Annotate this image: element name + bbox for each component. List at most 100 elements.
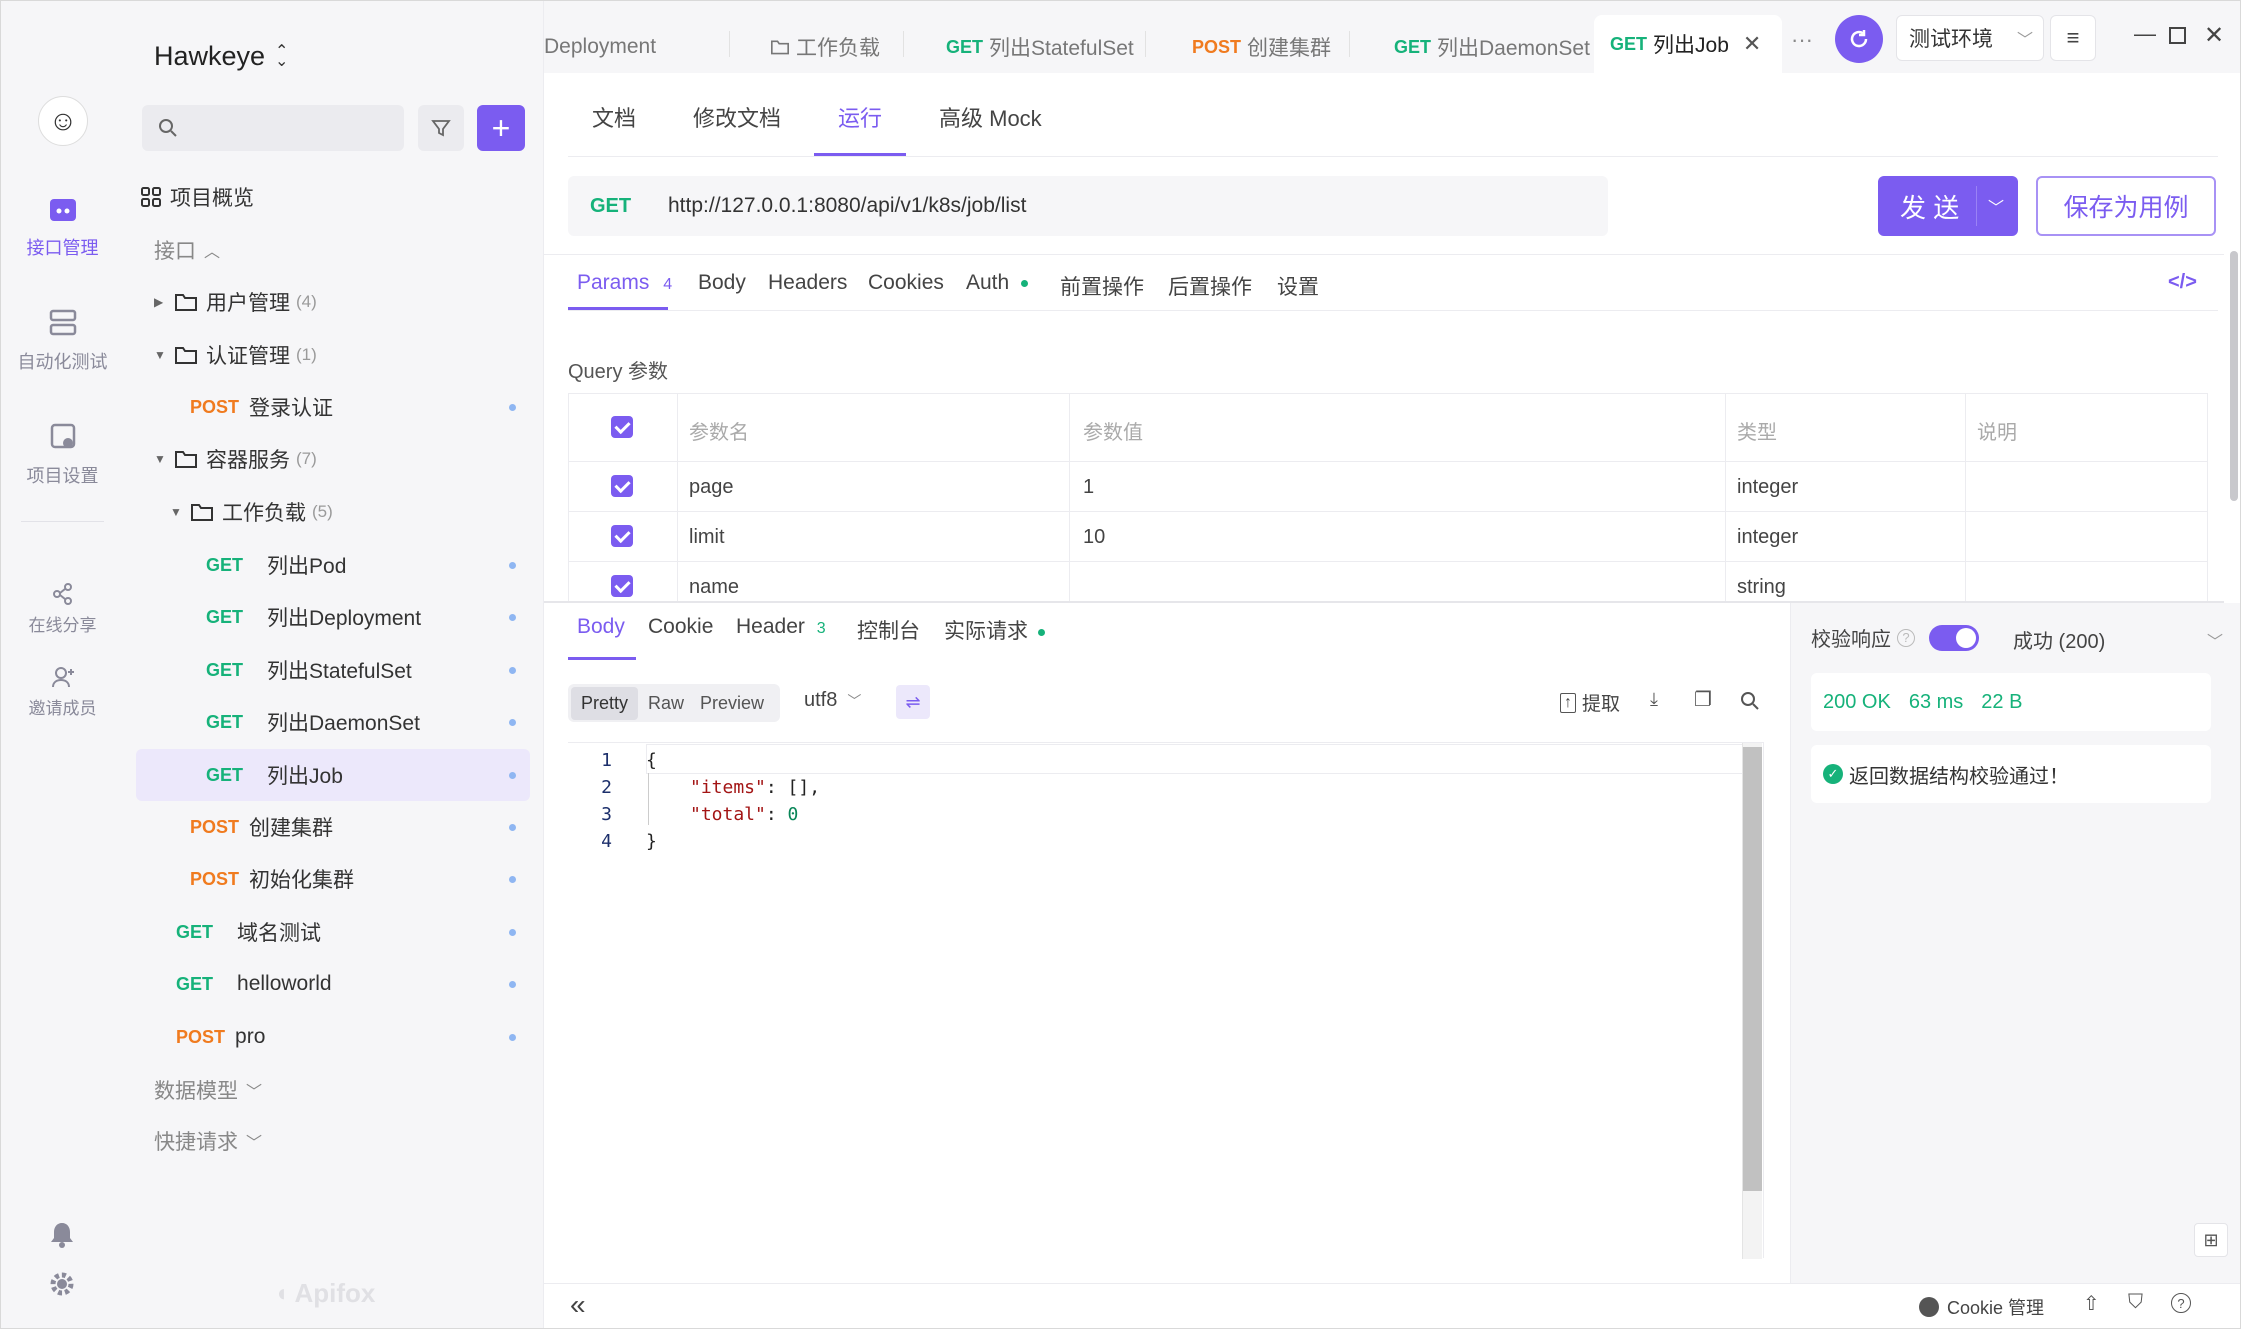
param-name[interactable]: name — [689, 576, 739, 599]
close-icon[interactable]: ✕ — [1743, 31, 1761, 57]
save-as-case-button[interactable]: 保存为用例 — [2036, 176, 2216, 236]
chevron-down-icon[interactable]: ﹀ — [1988, 194, 2004, 218]
rail-item-project-settings[interactable]: 项目设置 — [1, 422, 124, 488]
ptab-settings[interactable]: 设置 — [1277, 271, 1319, 301]
right-scrollbar[interactable] — [2230, 251, 2238, 501]
section-quick-requests[interactable]: 快捷请求 ﹀ — [154, 1116, 546, 1166]
status-select[interactable]: 成功 (200) ﹀ — [2013, 625, 2223, 654]
rtab-header[interactable]: Header 3 — [736, 615, 826, 639]
rtab-console[interactable]: 控制台 — [857, 615, 920, 645]
shirt-icon[interactable]: ⛉ — [2128, 1291, 2143, 1314]
search-input[interactable] — [188, 117, 388, 139]
project-overview[interactable]: 项目概览 — [138, 172, 530, 222]
request-method[interactable]: GET — [590, 195, 668, 218]
subtab-run[interactable]: 运行 — [838, 101, 882, 133]
row-checkbox[interactable] — [611, 525, 633, 547]
ptab-params[interactable]: Params 4 — [577, 271, 672, 295]
search-icon[interactable] — [1740, 691, 1760, 711]
request-url[interactable]: http://127.0.0.1:8080/api/v1/k8s/job/lis… — [668, 194, 1026, 218]
rail-item-autotest[interactable]: 自动化测试 — [1, 308, 124, 374]
search-box[interactable] — [142, 105, 404, 151]
tab-list-daemonset[interactable]: GET 列出DaemonSet — [1350, 23, 1594, 71]
menu-button[interactable]: ≡ — [2050, 15, 2096, 61]
ptab-headers[interactable]: Headers — [768, 271, 847, 295]
ptab-auth[interactable]: Auth — [966, 271, 1029, 295]
view-pretty[interactable]: Pretty — [571, 686, 639, 720]
param-type[interactable]: integer — [1737, 476, 1798, 499]
url-bar[interactable]: GET http://127.0.0.1:8080/api/v1/k8s/job… — [568, 176, 1608, 236]
api-item-create-cluster[interactable]: POST 创建集群 — [138, 802, 530, 852]
api-item-domain-test[interactable]: GET 域名测试 — [138, 907, 530, 957]
tab-list-job[interactable]: GET 列出Job ✕ — [1594, 15, 1782, 73]
avatar[interactable]: ☺ — [38, 96, 88, 146]
param-value[interactable]: 1 — [1083, 476, 1094, 499]
copy-icon[interactable]: ❐ — [1694, 687, 1712, 712]
editor-scrollbar-thumb[interactable] — [1743, 747, 1762, 1191]
tab-create-cluster[interactable]: POST 创建集群 — [1146, 23, 1350, 71]
rail-item-invite[interactable]: 邀请成员 — [1, 666, 124, 719]
extract-button[interactable]: ↑ 提取 — [1560, 689, 1620, 716]
select-all-checkbox[interactable] — [611, 416, 633, 438]
row-checkbox[interactable] — [611, 575, 633, 597]
download-icon[interactable]: ⤓ — [1650, 689, 1658, 710]
maximize-icon[interactable] — [2169, 27, 2186, 44]
row-checkbox[interactable] — [611, 475, 633, 497]
param-name[interactable]: page — [689, 476, 734, 499]
gear-icon[interactable] — [49, 1271, 75, 1297]
param-type[interactable]: string — [1737, 576, 1786, 599]
rtab-body[interactable]: Body — [577, 615, 625, 639]
minimize-icon[interactable]: — — [2134, 21, 2156, 47]
response-editor[interactable]: 1 { 2 "items" : [], 3 "total" : 0 4 } — [568, 742, 1764, 1259]
ptab-post-actions[interactable]: 后置操作 — [1168, 271, 1252, 301]
encoding-select[interactable]: utf8 ﹀ — [804, 689, 861, 712]
section-api[interactable]: 接口 ︿ — [154, 225, 546, 275]
folder-workload[interactable]: ▼ 工作负载 (5) — [170, 487, 530, 537]
env-select[interactable]: 测试环境 ﹀ — [1896, 15, 2044, 61]
tab-workload-folder[interactable]: 工作负载 — [730, 23, 904, 71]
subtab-advanced-mock[interactable]: 高级 Mock — [939, 101, 1042, 133]
code-icon[interactable]: </> — [2168, 271, 2197, 294]
api-item-init-cluster[interactable]: POST 初始化集群 — [138, 854, 530, 904]
ptab-pre-actions[interactable]: 前置操作 — [1060, 271, 1144, 301]
help-circle-icon[interactable]: ? — [2171, 1293, 2191, 1313]
upload-icon[interactable]: ⇧ — [2083, 1291, 2100, 1316]
section-data-models[interactable]: 数据模型 ﹀ — [154, 1065, 546, 1115]
api-item-list-deployment[interactable]: GET 列出Deployment — [138, 592, 530, 642]
view-preview[interactable]: Preview — [694, 687, 770, 720]
wrap-button[interactable]: ⇌ — [896, 685, 930, 719]
more-tabs-icon[interactable]: ··· — [1791, 27, 1813, 53]
send-button[interactable]: 发 送 ﹀ — [1878, 176, 2018, 236]
api-item-helloworld[interactable]: GET helloworld — [138, 959, 530, 1009]
subtab-edit-docs[interactable]: 修改文档 — [693, 101, 781, 133]
ptab-body[interactable]: Body — [698, 271, 746, 295]
param-value[interactable]: 10 — [1083, 526, 1105, 549]
api-item-list-daemonset[interactable]: GET 列出DaemonSet — [138, 697, 530, 747]
tab-list-statefulset[interactable]: GET 列出StatefulSet — [904, 23, 1146, 71]
validation-toggle[interactable] — [1929, 624, 1979, 651]
api-item-login[interactable]: POST 登录认证 — [138, 382, 530, 432]
ptab-cookies[interactable]: Cookies — [868, 271, 944, 295]
add-button[interactable]: + — [477, 105, 525, 151]
layout-button[interactable]: ⊞ — [2194, 1223, 2228, 1257]
collapse-sidebar-icon[interactable]: « — [570, 1289, 586, 1321]
api-item-list-pod[interactable]: GET 列出Pod — [138, 540, 530, 590]
param-type[interactable]: integer — [1737, 526, 1798, 549]
window-close-icon[interactable]: ✕ — [2204, 21, 2224, 50]
filter-button[interactable] — [418, 105, 464, 151]
bell-icon[interactable] — [49, 1221, 75, 1249]
folder-container-service[interactable]: ▼ 容器服务 (7) — [154, 434, 546, 484]
folder-user-management[interactable]: ▶ 用户管理 (4) — [154, 277, 546, 327]
rtab-actual-request[interactable]: 实际请求 — [944, 615, 1045, 645]
param-name[interactable]: limit — [689, 526, 725, 549]
view-raw[interactable]: Raw — [638, 687, 694, 720]
api-item-list-statefulset[interactable]: GET 列出StatefulSet — [138, 645, 530, 695]
subtab-docs[interactable]: 文档 — [592, 101, 636, 133]
cookie-manager-button[interactable]: Cookie 管理 — [1919, 1294, 2044, 1320]
folder-auth-management[interactable]: ▼ 认证管理 (1) — [154, 330, 546, 380]
help-icon[interactable]: ? — [1897, 628, 1915, 647]
rtab-cookie[interactable]: Cookie — [648, 615, 713, 639]
api-item-list-job[interactable]: GET 列出Job — [136, 749, 530, 801]
rail-item-api[interactable]: 接口管理 — [1, 196, 124, 260]
sync-button[interactable] — [1835, 15, 1883, 63]
api-item-pro[interactable]: POST pro — [138, 1012, 530, 1062]
